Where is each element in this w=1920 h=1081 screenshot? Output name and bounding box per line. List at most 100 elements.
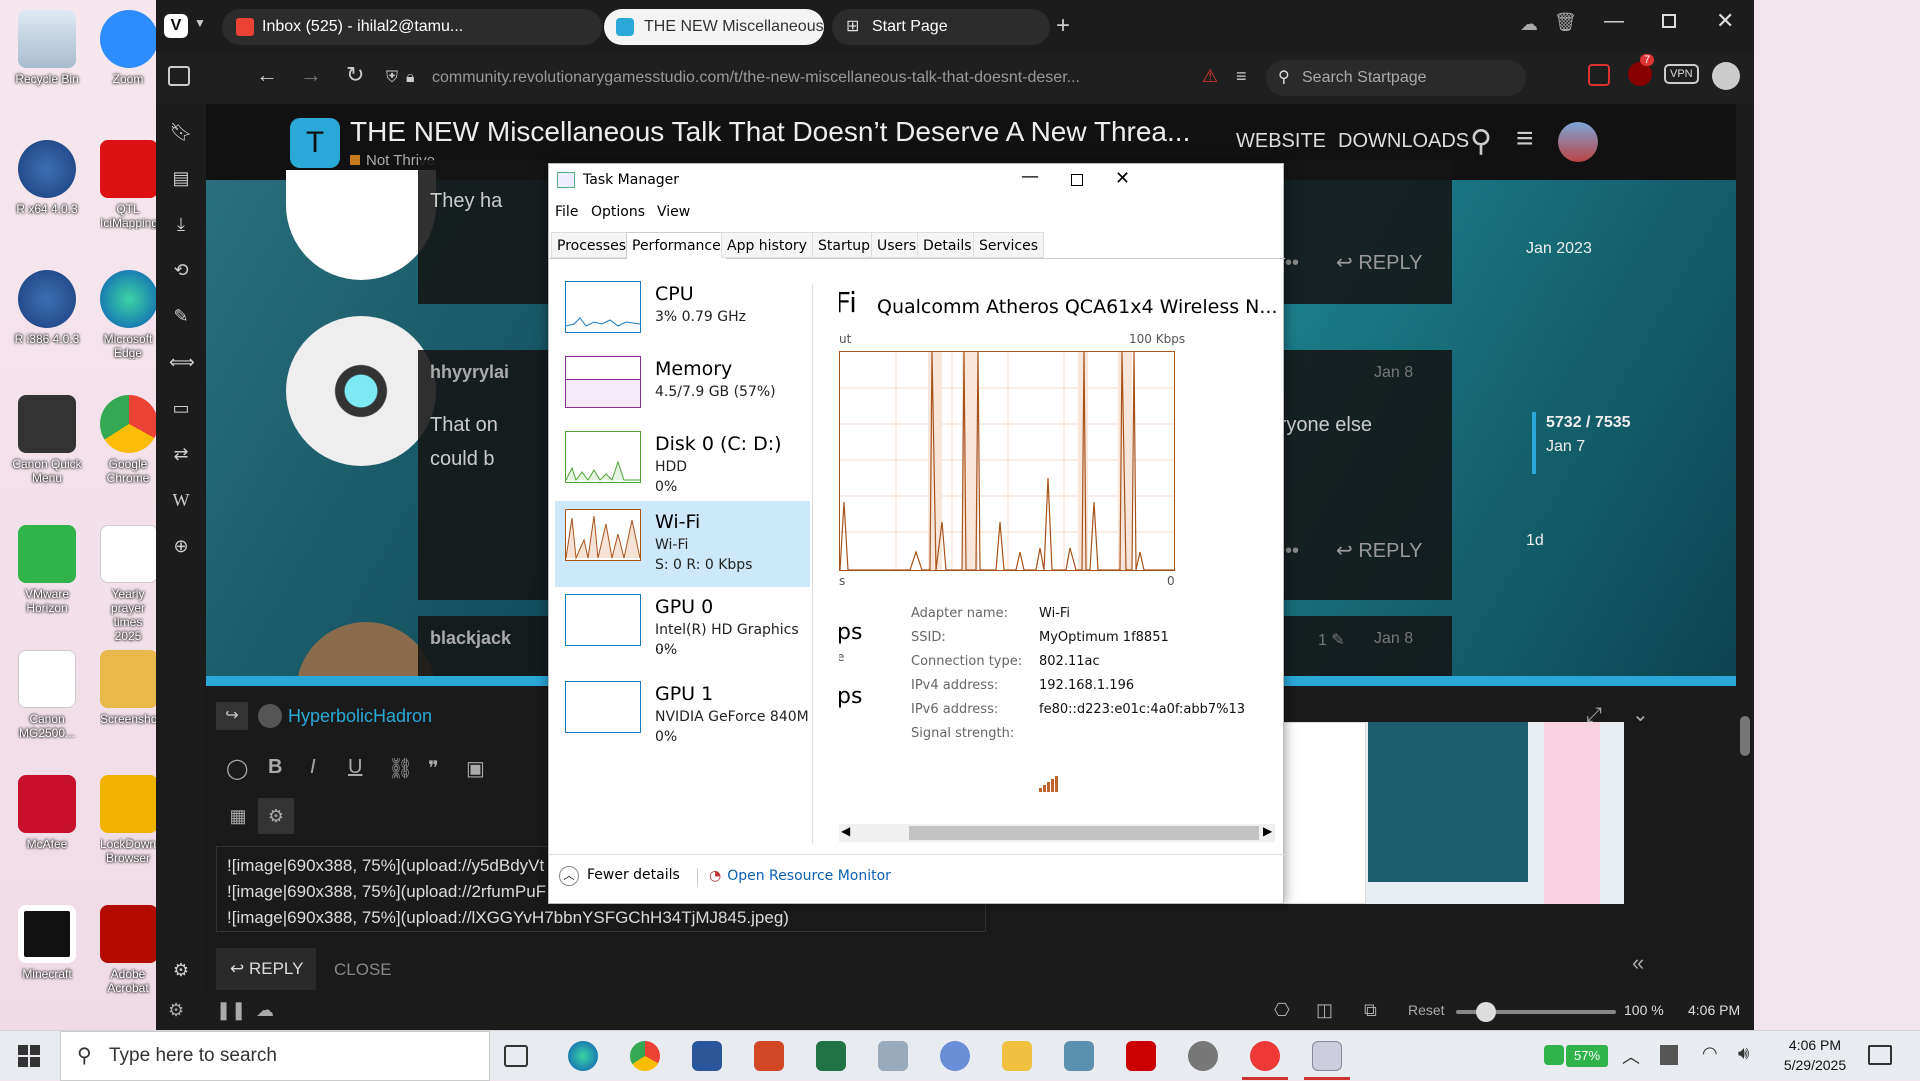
minimize-icon[interactable]: — [1604,10,1624,33]
system-clock[interactable]: 4:06 PM 5/29/2025 [1772,1035,1858,1075]
timeline-top-date[interactable]: Jan 2023 [1526,240,1592,258]
perf-item-memory[interactable]: Memory 4.5/7.9 GB (57%) [555,348,810,434]
tile-icon[interactable]: ❚❚ [216,1000,246,1021]
add-panel-icon[interactable]: ⊕ [169,534,193,558]
underline-icon[interactable]: U [348,756,362,779]
r-taskbar-icon[interactable] [940,1041,970,1071]
battery-indicator[interactable]: 57% [1566,1045,1608,1067]
desktop-icon-r-i386[interactable]: R i386 4.0.3 [8,270,86,346]
window-panel-icon[interactable]: ▭ [169,396,193,420]
search-field[interactable]: ⚲ Search Startpage [1266,60,1526,96]
task-manager-taskbar-icon[interactable] [1312,1041,1342,1071]
desktop-icon-minecraft[interactable]: Minecraft [8,905,86,981]
vivaldi-taskbar-icon[interactable] [1250,1041,1280,1071]
italic-icon[interactable]: I [310,756,316,779]
nav-downloads-link[interactable]: DOWNLOADS [1338,130,1469,153]
quote-icon[interactable]: ◯ [226,756,248,781]
desktop-icon-canon-mg2500[interactable]: Canon MG2500... [8,650,86,740]
chevron-down-icon[interactable]: ▼ [194,16,206,30]
desktop-icon-acrobat[interactable]: Adobe Acrobat [100,905,156,995]
tab-app-history[interactable]: App history [721,232,813,258]
open-resource-monitor-link[interactable]: ◔ Open Resource Monitor [709,868,891,884]
desktop-icon-prayer-times[interactable]: Yearly prayer times 2025 [100,525,156,643]
desktop-icon-zoom[interactable]: Zoom [100,10,156,86]
close-icon[interactable]: ✕ [1716,8,1734,34]
settings-icon[interactable]: ⚙ [168,1000,184,1021]
hamburger-menu-icon[interactable]: ≡ [1516,122,1534,156]
menu-file[interactable]: File [555,204,578,220]
chevrons-left-icon[interactable]: « [1632,950,1644,976]
extension-icon[interactable] [1588,64,1610,86]
image-toggle-icon[interactable]: ⧉ [1364,1000,1377,1021]
blockquote-icon[interactable]: ❞ [428,756,439,781]
tab-processes[interactable]: Processes [551,232,633,258]
page-scrollbar[interactable] [1736,104,1754,992]
tab-start-page[interactable]: ⊞ Start Page [832,9,1050,45]
desktop-icon-qtl[interactable]: QTL IciMapping [100,140,156,230]
perf-item-gpu0[interactable]: GPU 0 Intel(R) HD Graphics ... 0% [555,586,810,672]
url-field[interactable]: ⛨ 🔒︎ community.revolutionarygamesstudio.… [386,60,1286,96]
zoom-reset-button[interactable]: Reset [1408,1002,1445,1018]
app-taskbar-icon[interactable] [1188,1041,1218,1071]
reply-button[interactable]: ↩ REPLY [1336,538,1422,563]
horizontal-scrollbar[interactable]: ◀ ▶ [839,824,1275,842]
file-explorer-taskbar-icon[interactable] [1002,1041,1032,1071]
word-taskbar-icon[interactable] [692,1041,722,1071]
calendar-icon[interactable]: ▦ [220,798,256,834]
sync-icon[interactable]: ⇄ [169,442,193,466]
tab-forum-active[interactable]: THE NEW Miscellaneous Ta [604,9,824,45]
perf-item-disk[interactable]: Disk 0 (C: D:) HDD 0% [555,423,810,509]
back-icon[interactable]: ← [256,62,278,88]
zoom-slider-handle[interactable] [1476,1002,1496,1022]
capture-icon[interactable]: ⎔ [1274,1000,1290,1021]
nav-website-link[interactable]: WEBSITE [1236,130,1326,153]
zoom-slider[interactable] [1456,1002,1616,1022]
desktop-icon-recycle-bin[interactable]: Recycle Bin [8,10,86,86]
new-tab-plus-icon[interactable]: + [1056,12,1070,40]
edit-count[interactable]: 1 ✎ [1318,630,1345,650]
collapse-icon[interactable]: ⌄ [1632,702,1649,727]
menu-view[interactable]: View [657,204,690,220]
notes-icon[interactable]: ✎ [169,304,193,328]
edge-taskbar-icon[interactable] [568,1041,598,1071]
scroll-right-icon[interactable]: ▶ [1263,824,1272,838]
reply-button[interactable]: ↩ REPLY [1336,250,1422,275]
scroll-left-icon[interactable]: ◀ [841,824,850,838]
desktop-icon-edge[interactable]: Microsoft Edge [100,270,156,360]
site-logo-icon[interactable]: T [290,118,340,168]
perf-item-gpu1[interactable]: GPU 1 NVIDIA GeForce 840M 0% [555,673,810,759]
desktop-icon-vmware[interactable]: VMware Horizon [8,525,86,615]
wikipedia-icon[interactable]: W [169,488,193,512]
icim-taskbar-icon[interactable] [1126,1041,1156,1071]
history-icon[interactable]: ⟲ [169,258,193,282]
reply-submit-button[interactable]: ↩ REPLY [216,948,316,990]
desktop-icon-lockdown[interactable]: LockDown Browser [100,775,156,865]
powerpoint-taskbar-icon[interactable] [754,1041,784,1071]
tab-performance[interactable]: Performance [626,232,727,259]
perf-item-cpu[interactable]: CPU 3% 0.79 GHz [555,273,810,359]
menu-options[interactable]: Options [591,204,645,220]
excel-taskbar-icon[interactable] [816,1041,846,1071]
translate-icon[interactable]: ⟺ [169,350,195,374]
chevron-up-icon[interactable]: ︿ [1622,1043,1640,1069]
image-icon[interactable]: ▣ [466,756,485,781]
ublock-icon[interactable]: 7 [1628,54,1655,86]
vpn-button[interactable]: VPN [1664,64,1699,84]
tiling-icon[interactable]: ◫ [1316,1000,1333,1021]
panel-toggle-icon[interactable] [168,66,190,86]
vivaldi-logo-icon[interactable]: V [164,14,188,38]
scrollbar-thumb[interactable] [909,826,1259,840]
desktop-icon-screenshots[interactable]: Screenshots [100,650,156,726]
post-date[interactable]: Jan 8 [1374,630,1413,648]
chrome-taskbar-icon[interactable] [630,1041,660,1071]
task-view-icon[interactable] [504,1045,528,1067]
block-icon[interactable]: ⚠ [1202,66,1218,87]
close-composer-button[interactable]: CLOSE [334,960,392,980]
home-app-taskbar-icon[interactable] [1064,1041,1094,1071]
wifi-icon[interactable]: ◠ [1702,1043,1718,1064]
fewer-details-button[interactable]: ︿ Fewer details [559,866,680,886]
tab-inbox[interactable]: Inbox (525) - ihilal2@tamu... [222,9,602,45]
search-icon[interactable]: ⚲ [1470,124,1492,159]
desktop-icon-mcafee[interactable]: McAfee [8,775,86,851]
taskbar-search-box[interactable]: ⚲ Type here to search [60,1031,490,1081]
